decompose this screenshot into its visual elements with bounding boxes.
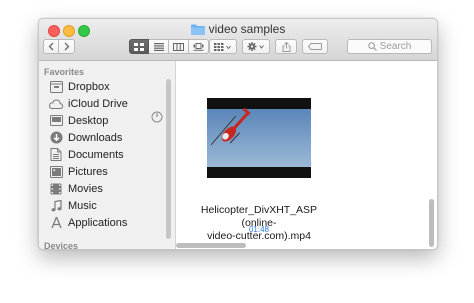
progress-ring-icon bbox=[151, 111, 163, 123]
vertical-scrollbar[interactable] bbox=[429, 199, 434, 247]
sidebar-item-dropbox[interactable]: Dropbox bbox=[49, 79, 110, 94]
cover-flow-icon bbox=[193, 42, 204, 51]
folder-icon bbox=[190, 24, 205, 35]
share-button[interactable] bbox=[275, 39, 297, 54]
sidebar-item-music[interactable]: Music bbox=[49, 198, 97, 213]
cloud-icon bbox=[49, 97, 63, 111]
tag-icon bbox=[308, 43, 322, 50]
pictures-icon bbox=[49, 165, 63, 179]
sidebar-item-label: Desktop bbox=[68, 114, 109, 127]
sidebar-item-label: Documents bbox=[68, 148, 124, 161]
favorites-heading: Favorites bbox=[44, 67, 85, 77]
window-title: video samples bbox=[39, 22, 437, 36]
list-view-button[interactable] bbox=[149, 39, 169, 54]
finder-window: video samples Search Favorites Dropbox i… bbox=[38, 18, 438, 250]
view-mode-control bbox=[129, 39, 209, 54]
sidebar-item-pictures[interactable]: Pictures bbox=[49, 164, 108, 179]
file-browser-area[interactable]: Helicopter_DivXHT_ASP (online- video-cut… bbox=[176, 61, 437, 249]
chevron-right-icon bbox=[64, 42, 69, 51]
sidebar: Favorites Dropbox iCloud Drive Desktop D… bbox=[39, 61, 176, 249]
cover-flow-button[interactable] bbox=[189, 39, 209, 54]
sidebar-scrollbar[interactable] bbox=[166, 79, 171, 239]
downloads-icon bbox=[49, 131, 63, 145]
back-button[interactable] bbox=[43, 39, 59, 54]
documents-icon bbox=[49, 148, 63, 162]
list-icon bbox=[153, 42, 164, 51]
sidebar-item-label: Dropbox bbox=[68, 80, 110, 93]
desktop-icon bbox=[49, 114, 63, 128]
arrange-button[interactable] bbox=[209, 39, 237, 54]
music-icon bbox=[49, 199, 63, 213]
devices-heading: Devices bbox=[44, 241, 79, 249]
applications-icon bbox=[49, 216, 63, 230]
dropbox-icon bbox=[49, 80, 63, 94]
sidebar-item-label: Applications bbox=[68, 216, 128, 229]
icon-view-button[interactable] bbox=[129, 39, 149, 54]
chevron-left-icon bbox=[48, 42, 54, 51]
sidebar-item-movies[interactable]: Movies bbox=[49, 181, 103, 196]
sidebar-item-desktop[interactable]: Desktop bbox=[49, 113, 108, 128]
icon-grid-icon bbox=[134, 42, 144, 51]
arrange-grid-icon bbox=[214, 42, 231, 51]
video-thumbnail[interactable] bbox=[207, 98, 311, 178]
sidebar-item-documents[interactable]: Documents bbox=[49, 147, 124, 162]
gear-icon bbox=[247, 42, 264, 51]
sidebar-item-icloud-drive[interactable]: iCloud Drive bbox=[49, 96, 128, 111]
search-field[interactable]: Search bbox=[347, 39, 432, 54]
file-name[interactable]: Helicopter_DivXHT_ASP (online- video-cut… bbox=[186, 204, 332, 243]
file-duration: 01:48 bbox=[248, 225, 270, 234]
search-placeholder: Search bbox=[379, 41, 412, 52]
action-button[interactable] bbox=[242, 39, 270, 54]
sidebar-item-label: Music bbox=[68, 199, 97, 212]
sidebar-item-applications[interactable]: Applications bbox=[49, 215, 127, 230]
helicopter-video-frame bbox=[207, 98, 311, 178]
column-view-button[interactable] bbox=[169, 39, 189, 54]
sidebar-item-label: Pictures bbox=[68, 165, 108, 178]
sidebar-item-label: Movies bbox=[68, 182, 103, 195]
tags-button[interactable] bbox=[302, 39, 328, 54]
forward-button[interactable] bbox=[59, 39, 75, 54]
sidebar-item-label: Downloads bbox=[68, 131, 123, 144]
toolbar: video samples Search bbox=[39, 19, 437, 61]
columns-icon bbox=[173, 42, 184, 51]
share-icon bbox=[282, 41, 290, 52]
movies-icon bbox=[49, 182, 63, 196]
search-icon bbox=[367, 42, 377, 51]
window-title-text: video samples bbox=[208, 22, 286, 36]
sidebar-item-downloads[interactable]: Downloads bbox=[49, 130, 122, 145]
horizontal-scrollbar[interactable] bbox=[176, 243, 246, 248]
sidebar-item-label: iCloud Drive bbox=[68, 97, 128, 110]
